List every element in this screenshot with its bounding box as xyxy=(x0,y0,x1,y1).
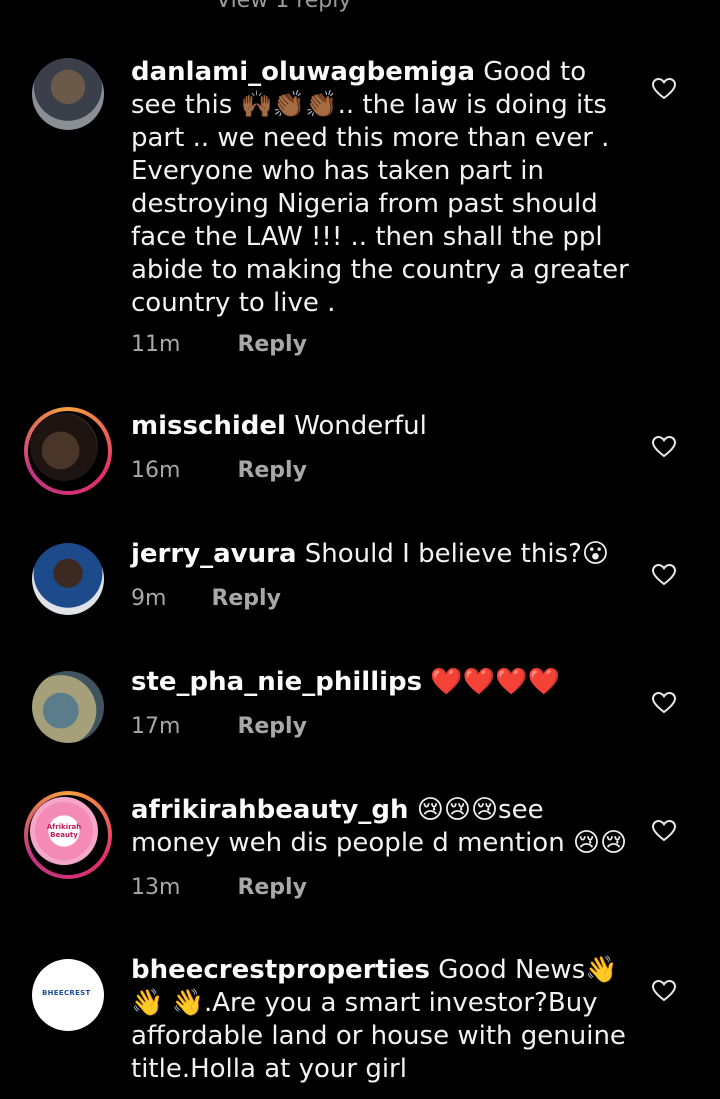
comment-body: ste_pha_nie_phillips ❤️❤️❤️❤️ xyxy=(131,666,631,699)
comment-body: bheecrestproperties Good News👋 👋 👋.Are y… xyxy=(131,954,631,1086)
avatar-logo-text: BHEECREST xyxy=(42,989,91,997)
comment-body: misschidel Wonderful xyxy=(131,410,631,443)
avatar-image: BHEECREST xyxy=(32,959,104,1031)
comment-username[interactable]: ste_pha_nie_phillips xyxy=(131,667,422,697)
comment-meta: 16m Reply xyxy=(131,458,307,483)
comment-text: Should I believe this?😮 xyxy=(304,539,610,569)
avatar[interactable] xyxy=(32,543,104,615)
comment-username[interactable]: danlami_oluwagbemiga xyxy=(131,57,475,87)
heart-outline-icon[interactable] xyxy=(652,78,676,100)
comment-body: afrikirahbeauty_gh 😢😢😢see money weh dis … xyxy=(131,794,631,860)
avatar[interactable] xyxy=(24,407,112,495)
view-replies-link[interactable]: View 1 reply xyxy=(216,0,351,13)
reply-button[interactable]: Reply xyxy=(237,332,307,357)
reply-button[interactable]: Reply xyxy=(237,458,307,483)
reply-button[interactable]: Reply xyxy=(237,875,307,900)
comment-text: Good to see this 🙌🏾👏🏾👏🏾.. the law is doi… xyxy=(131,57,629,318)
avatar-image: Afrikirah Beauty xyxy=(30,797,98,865)
avatar[interactable] xyxy=(32,58,104,130)
comment-text: Wonderful xyxy=(294,411,427,441)
comment-body: jerry_avura Should I believe this?😮 xyxy=(131,538,631,571)
heart-outline-icon[interactable] xyxy=(652,820,676,842)
avatar-image xyxy=(30,413,98,481)
avatar-image xyxy=(32,543,104,615)
avatar-logo-text: Afrikirah Beauty xyxy=(46,823,82,839)
heart-outline-icon[interactable] xyxy=(652,980,676,1002)
comment-username[interactable]: jerry_avura xyxy=(131,539,297,569)
heart-outline-icon[interactable] xyxy=(652,692,676,714)
comment-timestamp: 17m xyxy=(131,714,181,739)
comment-timestamp: 9m xyxy=(131,586,167,611)
heart-outline-icon[interactable] xyxy=(652,564,676,586)
comment-body: danlami_oluwagbemiga Good to see this 🙌🏾… xyxy=(131,56,631,320)
comment-username[interactable]: bheecrestproperties xyxy=(131,955,430,985)
avatar[interactable] xyxy=(32,671,104,743)
avatar[interactable]: Afrikirah Beauty xyxy=(24,791,112,879)
comment-text: ❤️❤️❤️❤️ xyxy=(430,667,560,697)
avatar-image xyxy=(32,671,104,743)
comment-timestamp: 11m xyxy=(131,332,181,357)
comment-timestamp: 13m xyxy=(131,875,181,900)
heart-outline-icon[interactable] xyxy=(652,436,676,458)
avatar[interactable]: BHEECREST xyxy=(32,959,104,1031)
comment-meta: 17m Reply xyxy=(131,714,307,739)
reply-button[interactable]: Reply xyxy=(237,714,307,739)
comment-meta: 11m Reply xyxy=(131,332,307,357)
reply-button[interactable]: Reply xyxy=(211,586,281,611)
avatar-image xyxy=(32,58,104,130)
comment-meta: 9m Reply xyxy=(131,586,281,611)
comment-meta: 13m Reply xyxy=(131,875,307,900)
comment-timestamp: 16m xyxy=(131,458,181,483)
comment-username[interactable]: misschidel xyxy=(131,411,286,441)
comment-username[interactable]: afrikirahbeauty_gh xyxy=(131,795,408,825)
